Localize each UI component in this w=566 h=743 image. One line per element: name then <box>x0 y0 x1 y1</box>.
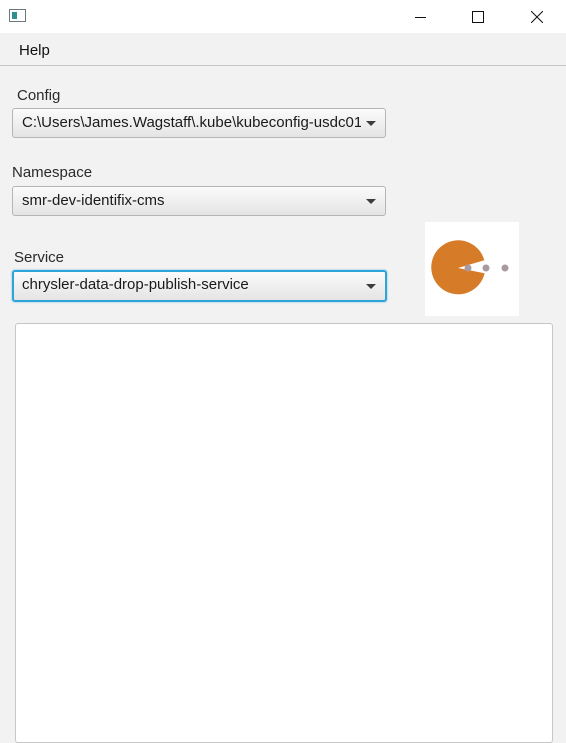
loading-indicator <box>425 222 519 316</box>
chevron-down-icon <box>366 284 376 289</box>
chevron-down-icon <box>366 199 376 204</box>
close-icon <box>531 10 543 23</box>
minimize-icon <box>415 16 426 18</box>
config-label: Config <box>17 87 61 104</box>
app-icon <box>9 9 26 22</box>
service-label: Service <box>14 249 65 266</box>
config-combobox[interactable]: C:\Users\James.Wagstaff\.kube\kubeconfig… <box>12 108 386 138</box>
chevron-down-icon <box>366 121 376 126</box>
namespace-value: smr-dev-identifix-cms <box>22 192 165 209</box>
service-value: chrysler-data-drop-publish-service <box>22 276 249 293</box>
config-value: C:\Users\James.Wagstaff\.kube\kubeconfig… <box>22 114 361 131</box>
maximize-icon <box>472 10 484 23</box>
namespace-label: Namespace <box>12 164 93 181</box>
service-combobox[interactable]: chrysler-data-drop-publish-service <box>12 270 387 302</box>
close-button[interactable] <box>508 0 566 33</box>
title-bar <box>0 0 566 33</box>
maximize-button[interactable] <box>449 0 507 33</box>
namespace-combobox[interactable]: smr-dev-identifix-cms <box>12 186 386 216</box>
pacman-loading-icon <box>431 240 509 295</box>
menu-bar: Help <box>0 36 566 66</box>
menu-help[interactable]: Help <box>10 36 59 65</box>
minimize-button[interactable] <box>392 0 450 33</box>
output-text-area[interactable] <box>15 323 553 743</box>
